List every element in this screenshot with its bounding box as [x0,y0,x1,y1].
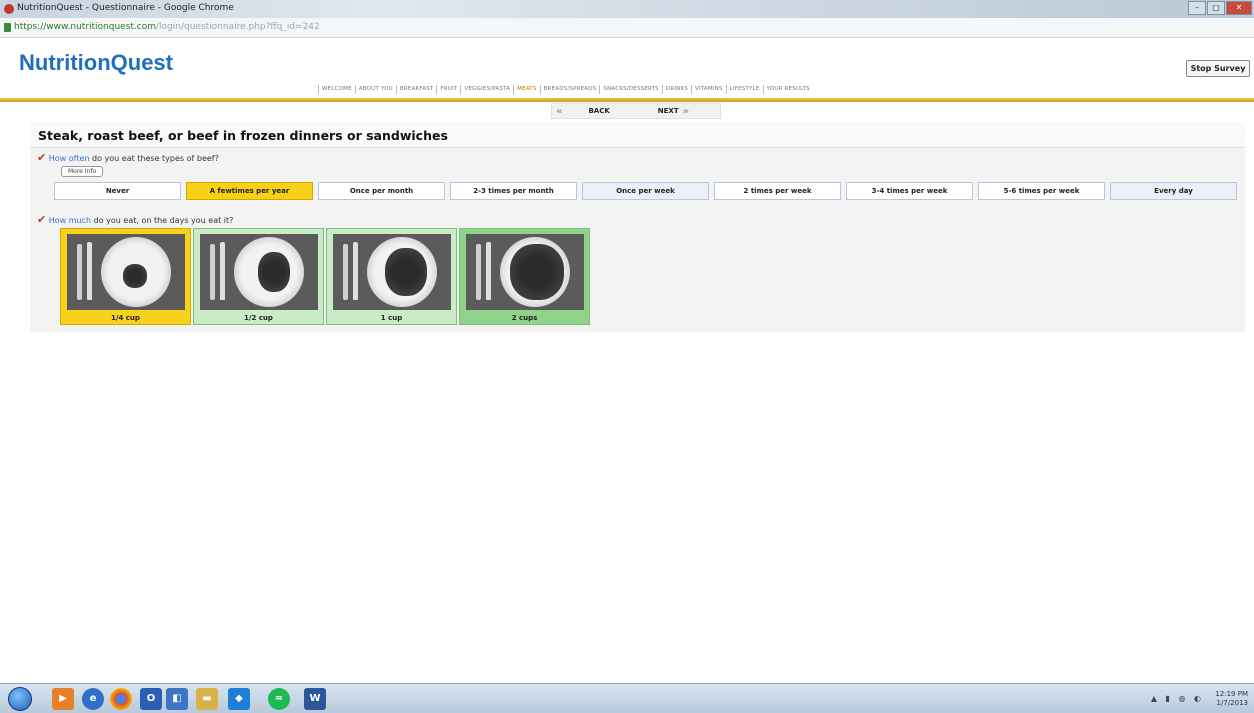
nav-tab-lifestyle[interactable]: LIFESTYLE [725,85,763,94]
knife-icon [87,242,92,300]
section-nav: WELCOME ABOUT YOU BREAKFAST FRUIT VEGGIES/PA… [318,85,813,94]
nav-tab-your-results[interactable]: YOUR RESULTS [762,85,813,94]
logo: NutritionQuest [19,50,173,75]
window-controls: – □ ✕ [1187,1,1252,15]
portion-options: 1/4 cup 1/2 cup 1 cup 2 cups [60,228,592,325]
start-button[interactable] [8,687,32,711]
nav-tab-breakfast[interactable]: BREAKFAST [395,85,437,94]
nav-tab-fruit[interactable]: FRUIT [436,85,460,94]
next-button[interactable]: NEXT [658,107,679,115]
spotify-icon[interactable]: ≈ [268,688,290,710]
url-text[interactable]: https://www.nutritionquest.com/login/que… [14,22,320,32]
page-body [0,338,1254,683]
more-info-button[interactable]: More Info [61,166,104,177]
nav-tab-snacks-desserts[interactable]: SNACKS/DESSERTS [599,85,662,94]
knife-icon [486,242,491,300]
nav-tab-vitamins[interactable]: VITAMINS [690,85,726,94]
knife-icon [220,242,225,300]
beef-portion-icon [510,244,564,300]
clock-time: 12:19 PM [1215,690,1248,698]
nav-tab-breads-spreads[interactable]: BREADS/SPREADS [539,85,600,94]
frequency-option[interactable]: 3-4 times per week [846,182,973,200]
frequency-option[interactable]: A fewtimes per year [186,182,313,200]
clock[interactable]: 12:19 PM 1/7/2013 [1215,690,1248,708]
fork-icon [343,244,348,300]
portion-photo [200,234,318,310]
back-next-bar: « BACK NEXT » [551,103,721,119]
portion-emphasis: How much [48,216,92,225]
close-icon[interactable]: ✕ [1226,1,1252,15]
portion-option[interactable]: 1 cup [326,228,457,325]
frequency-question: ✔ How often do you eat these types of be… [37,151,219,164]
url-path: /login/questionnaire.php?ffq_id=242 [156,22,320,32]
window-titlebar: NutritionQuest - Questionnaire - Google … [0,0,1254,18]
beef-portion-icon [258,252,290,292]
food-item-title: Steak, roast beef, or beef in frozen din… [38,128,448,143]
maximize-icon[interactable]: □ [1207,1,1225,15]
nav-tab-drinks[interactable]: DRINKS [661,85,691,94]
window-title: NutritionQuest - Questionnaire - Google … [17,3,234,13]
app-header: NutritionQuest Stop Survey WELCOME ABOUT … [0,38,1254,100]
portion-option[interactable]: 2 cups [459,228,590,325]
header-divider [0,98,1254,102]
fork-icon [476,244,481,300]
outlook-icon[interactable]: O [140,688,162,710]
frequency-option[interactable]: Once per month [318,182,445,200]
minimize-icon[interactable]: – [1188,1,1206,15]
portion-label: 1/4 cup [111,314,140,322]
knife-icon [353,242,358,300]
nav-tab-welcome[interactable]: WELCOME [318,85,355,94]
url-host: https://www.nutritionquest.com [14,22,157,32]
portion-photo [466,234,584,310]
checkmark-icon: ✔ [37,213,47,226]
portion-option[interactable]: 1/4 cup [60,228,191,325]
chevron-right-icon[interactable]: » [683,106,689,117]
internet-explorer-icon[interactable]: e [82,688,104,710]
portion-label: 1 cup [380,314,403,322]
portion-question: ✔ How much do you eat, on the days you e… [37,213,233,226]
stop-survey-button[interactable]: Stop Survey [1186,60,1250,77]
portion-label: 2 cups [511,314,538,322]
frequency-option[interactable]: Never [54,182,181,200]
portion-label: 1/2 cup [244,314,273,322]
nav-tab-veggies-pasta[interactable]: VEGGIES/PASTA [460,85,513,94]
portion-photo [333,234,451,310]
portion-text: do you eat, on the days you eat it? [91,216,234,225]
chrome-favicon-icon [4,4,14,14]
portion-option[interactable]: 1/2 cup [193,228,324,325]
back-button[interactable]: BACK [588,107,609,115]
address-bar[interactable]: https://www.nutritionquest.com/login/que… [0,18,1254,38]
clock-date: 1/7/2013 [1216,699,1248,707]
fork-icon [77,244,82,300]
fork-icon [210,244,215,300]
frequency-option[interactable]: 5-6 times per week [978,182,1105,200]
folder-icon[interactable]: ▬ [196,688,218,710]
beef-portion-icon [123,264,147,288]
nav-tab-meats[interactable]: MEATS [513,85,539,94]
frequency-emphasis: How often [48,154,90,163]
frequency-options: Never A fewtimes per year Once per month 2-… [54,182,1242,200]
checkmark-icon: ✔ [37,151,47,164]
onenote-icon[interactable]: ◧ [166,688,188,710]
dropbox-icon[interactable]: ◆ [228,688,250,710]
system-tray-icons[interactable]: ▲ ▮ ◍ ◐ [1151,694,1204,703]
frequency-text: do you eat these types of beef? [89,154,219,163]
frequency-option[interactable]: 2-3 times per month [450,182,577,200]
frequency-option[interactable]: 2 times per week [714,182,841,200]
frequency-option[interactable]: Every day [1110,182,1237,200]
chrome-icon[interactable] [110,688,132,710]
lock-icon [4,23,11,32]
nav-tab-about-you[interactable]: ABOUT YOU [354,85,396,94]
portion-photo [67,234,185,310]
media-player-icon[interactable]: ▶ [52,688,74,710]
frequency-option[interactable]: Once per week [582,182,709,200]
chevron-left-icon[interactable]: « [556,106,562,117]
beef-portion-icon [385,248,427,296]
taskbar: ▶ e O ◧ ▬ ◆ ≈ W ▲ ▮ ◍ ◐ 12:19 PM 1/7/201… [0,683,1254,713]
word-icon[interactable]: W [304,688,326,710]
